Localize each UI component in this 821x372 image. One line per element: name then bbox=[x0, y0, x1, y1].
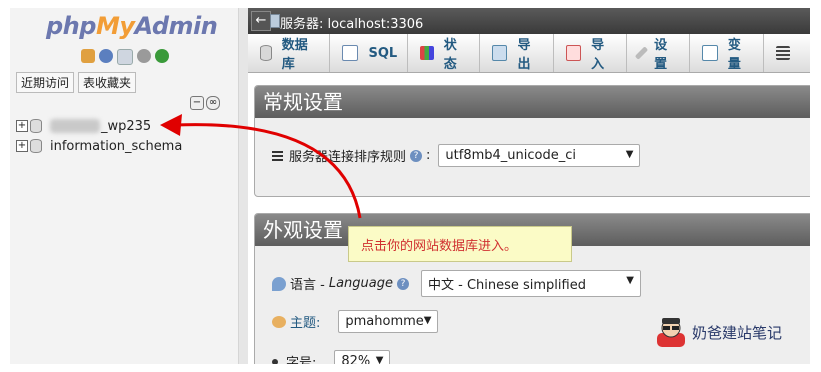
tab-label: 设置 bbox=[654, 38, 668, 72]
import-icon bbox=[565, 45, 582, 61]
chevron-down-icon: ▼ bbox=[423, 315, 432, 326]
language-label: 语言 - bbox=[290, 278, 325, 293]
blurred-db-prefix bbox=[50, 119, 100, 133]
watermark-text: 奶爸建站笔记 bbox=[692, 323, 783, 342]
reload-icon[interactable] bbox=[155, 49, 169, 63]
docs-icon[interactable] bbox=[117, 49, 133, 65]
font-size-value: 82% bbox=[341, 354, 371, 364]
collation-label: 服务器连接排序规则 bbox=[289, 150, 407, 165]
tab-import[interactable]: 导入 bbox=[554, 34, 628, 72]
tab-label: 状态 bbox=[443, 38, 457, 72]
watermark: 奶爸建站笔记 bbox=[654, 315, 782, 349]
phpmyadmin-logo[interactable]: phpMyAdmin bbox=[46, 12, 218, 40]
server-breadcrumb-bar: ← 服务器: localhost:3306 bbox=[248, 8, 810, 34]
tab-label: 导出 bbox=[517, 38, 531, 72]
avatar-icon bbox=[657, 318, 685, 347]
logo-admin: Admin bbox=[134, 12, 218, 40]
logo-php: php bbox=[46, 12, 96, 40]
general-settings-panel: 常规设置 bbox=[254, 85, 810, 197]
chevron-down-icon: ▼ bbox=[625, 149, 634, 160]
collation-row: 服务器连接排序规则 ? : utf8mb4_unicode_ci ▼ bbox=[272, 144, 641, 167]
server-icon bbox=[270, 14, 280, 28]
tab-more[interactable] bbox=[764, 34, 810, 72]
server-title[interactable]: 服务器: localhost:3306 bbox=[280, 13, 423, 32]
tree-item-label[interactable]: _wp235 bbox=[101, 119, 151, 134]
sql-icon bbox=[342, 45, 359, 61]
settings-icon[interactable] bbox=[137, 49, 151, 63]
back-arrow-icon[interactable]: ← bbox=[251, 11, 271, 31]
expand-icon[interactable]: + bbox=[16, 140, 28, 152]
nav-icon-bar bbox=[81, 49, 169, 65]
help-icon[interactable] bbox=[99, 49, 113, 63]
tab-label: 变量 bbox=[727, 38, 741, 72]
tab-export[interactable]: 导出 bbox=[480, 34, 554, 72]
database-icon bbox=[260, 45, 272, 61]
theme-value: pmahomme bbox=[345, 314, 424, 329]
chevron-down-icon: ▼ bbox=[626, 275, 634, 286]
tab-label: SQL bbox=[368, 45, 398, 61]
language-label-en: Language bbox=[328, 276, 393, 291]
favorites-tab[interactable]: 表收藏夹 bbox=[78, 72, 137, 93]
collation-value: utf8mb4_unicode_ci bbox=[445, 148, 576, 163]
recent-favorite-tabs: 近期访问 表收藏夹 bbox=[16, 72, 137, 93]
logo-my: My bbox=[95, 12, 135, 40]
tree-item-information-schema[interactable]: + information_schema bbox=[16, 136, 182, 156]
more-icon bbox=[776, 46, 791, 60]
palette-icon bbox=[272, 315, 286, 328]
tab-sql[interactable]: SQL bbox=[330, 34, 409, 72]
theme-row: 主题: pmahomme ▼ bbox=[272, 310, 439, 333]
recent-tab[interactable]: 近期访问 bbox=[16, 72, 75, 93]
theme-select[interactable]: pmahomme ▼ bbox=[338, 310, 439, 333]
app-window: phpMyAdmin 近期访问 表收藏夹 − ∞ + _wp235 + info… bbox=[10, 8, 810, 364]
top-menu: 数据库 SQL 状态 导出 导入 设置 变量 bbox=[248, 34, 810, 73]
wrench-icon bbox=[635, 46, 649, 60]
expand-icon[interactable]: + bbox=[16, 120, 28, 132]
list-icon bbox=[272, 150, 283, 161]
font-size-select[interactable]: 82% ▼ bbox=[334, 350, 391, 364]
tab-status[interactable]: 状态 bbox=[408, 34, 480, 72]
status-icon bbox=[420, 46, 434, 60]
database-icon bbox=[30, 139, 42, 153]
tab-settings[interactable]: 设置 bbox=[627, 34, 691, 72]
bullet-icon bbox=[272, 358, 278, 364]
tab-databases[interactable]: 数据库 bbox=[248, 34, 331, 72]
help-icon[interactable]: ? bbox=[410, 149, 423, 162]
tab-variables[interactable]: 变量 bbox=[690, 34, 765, 72]
font-size-row: 字号: 82% ▼ bbox=[272, 350, 391, 364]
collation-colon: : bbox=[426, 148, 431, 163]
tree-controls: − ∞ bbox=[190, 96, 220, 110]
collation-select[interactable]: utf8mb4_unicode_ci ▼ bbox=[438, 144, 641, 167]
font-size-label: 字号: bbox=[286, 356, 317, 364]
language-select[interactable]: 中文 - Chinese simplified ▼ bbox=[420, 270, 641, 297]
tab-label: 导入 bbox=[591, 38, 605, 72]
navigation-panel: phpMyAdmin 近期访问 表收藏夹 − ∞ + _wp235 + info… bbox=[10, 8, 238, 364]
export-icon bbox=[491, 45, 508, 61]
variables-icon bbox=[702, 45, 718, 61]
annotation-callout: 点击你的网站数据库进入。 bbox=[348, 226, 572, 262]
collapse-all-icon[interactable]: − bbox=[190, 96, 204, 110]
database-tree: + _wp235 + information_schema bbox=[16, 116, 182, 156]
chevron-down-icon: ▼ bbox=[375, 355, 384, 364]
help-icon[interactable]: ? bbox=[396, 277, 409, 290]
theme-label: 主题: bbox=[290, 316, 321, 331]
tree-item-wp-db[interactable]: + _wp235 bbox=[16, 116, 182, 136]
main-panel: ← 服务器: localhost:3306 数据库 SQL 状态 导出 导入 设… bbox=[248, 8, 810, 364]
language-value: 中文 - Chinese simplified bbox=[427, 278, 586, 293]
tree-item-label[interactable]: information_schema bbox=[50, 139, 182, 154]
database-icon bbox=[30, 119, 42, 133]
home-icon[interactable] bbox=[81, 49, 95, 63]
general-settings-heading: 常规设置 bbox=[255, 86, 810, 118]
tab-label: 数据库 bbox=[281, 38, 308, 72]
language-row: 语言 - Language ? 中文 - Chinese simplified … bbox=[272, 270, 641, 297]
link-icon[interactable]: ∞ bbox=[206, 96, 220, 110]
language-icon bbox=[272, 276, 286, 291]
